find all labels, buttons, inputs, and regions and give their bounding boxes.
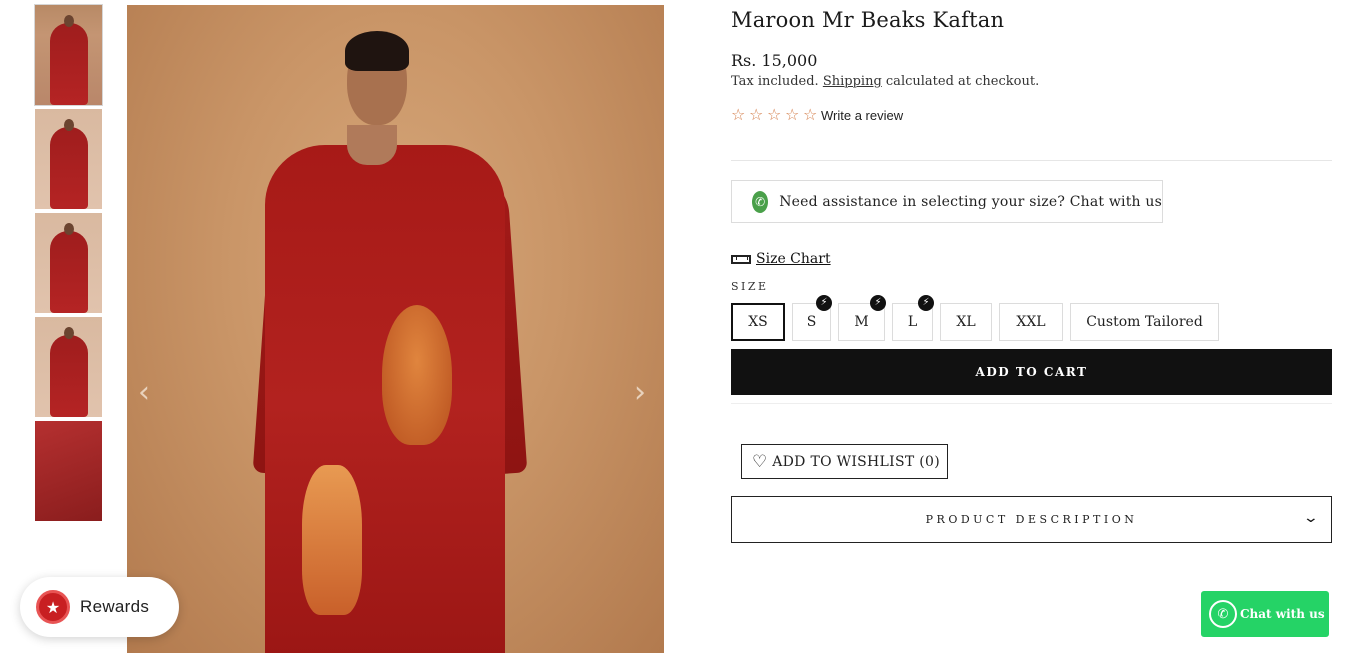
size-chart-label: Size Chart [756,251,831,267]
image-bird-print [382,305,452,445]
add-to-wishlist-button[interactable]: ♡ ADD TO WISHLIST (0) [741,444,949,479]
star-empty-icon[interactable]: ☆ [803,106,821,124]
write-review-link[interactable]: Write a review [821,108,903,123]
size-option-xxl[interactable]: XXL [999,303,1063,341]
size-option-custom-tailored[interactable]: Custom Tailored [1070,303,1219,341]
thumbnail-4[interactable] [35,317,102,417]
add-to-cart-button[interactable]: ADD TO CART [731,349,1332,395]
size-option-label: L [907,314,918,330]
heart-icon: ♡ [752,451,768,472]
star-empty-icon[interactable]: ☆ [785,106,803,124]
shipping-link[interactable]: Shipping [823,74,882,89]
thumbnail-list [34,4,103,525]
wishlist-label: ADD TO WISHLIST (0) [772,454,940,470]
size-option-s[interactable]: S ⚡ [792,295,832,341]
thumbnail-figure [49,335,88,417]
size-option-xl[interactable]: XL [940,303,992,341]
star-empty-icon[interactable]: ☆ [749,106,767,124]
rewards-label: Rewards [80,597,150,616]
size-assistance-button[interactable]: ✆ Need assistance in selecting your size… [731,180,1163,223]
thumbnail-figure [49,23,88,105]
ruler-icon [731,254,751,264]
thumbnail-3[interactable] [35,213,102,313]
rating: ☆ ☆ ☆ ☆ ☆ Write a review [731,106,903,124]
size-option-label: XS [748,314,768,330]
thumbnail-1[interactable] [34,4,103,106]
size-option-label: M [854,314,869,330]
divider [731,160,1332,161]
whatsapp-chat-button[interactable]: ✆ Chat with us [1201,591,1329,637]
size-option-label: XXL [1016,314,1046,330]
thumbnail-head [63,327,74,339]
chevron-right-icon[interactable]: › [634,378,652,408]
size-selector: XS S ⚡ M ⚡ L ⚡ XL XXL Custom Tailored [731,295,1226,341]
size-option-xs[interactable]: XS [731,303,785,341]
thumbnail-5[interactable] [35,421,102,521]
divider [731,403,1332,404]
size-option-label: Custom Tailored [1086,314,1203,330]
chevron-down-icon: ⌄ [1302,510,1320,526]
star-empty-icon[interactable]: ☆ [767,106,785,124]
rewards-launcher[interactable]: ★ Rewards [20,577,179,637]
thumbnail-head [63,119,74,131]
wishlist-count: (0) [919,453,941,470]
lightning-icon: ⚡ [870,295,886,311]
product-description-toggle[interactable]: PRODUCT DESCRIPTION ⌄ [731,496,1332,543]
image-hair [345,31,409,71]
tax-suffix: calculated at checkout. [885,74,1040,89]
thumbnail-2[interactable] [35,109,102,209]
whatsapp-icon: ✆ [1209,600,1237,628]
thumbnail-head [63,223,74,235]
lightning-icon: ⚡ [918,295,934,311]
thumbnail-figure [49,231,88,313]
wishlist-label-text: ADD TO WISHLIST [772,453,915,470]
size-option-label: S [806,314,817,330]
whatsapp-icon: ✆ [752,190,769,213]
chevron-left-icon[interactable]: ‹ [138,378,156,408]
size-assistance-text: Need assistance in selecting your size? … [779,193,1162,210]
image-bird-print-lower [302,465,362,615]
star-badge-icon: ★ [36,590,70,624]
size-option-l[interactable]: L ⚡ [892,295,934,341]
tax-note: Tax included. Shipping calculated at che… [731,74,1039,89]
thumbnail-figure [35,421,102,521]
product-description-label: PRODUCT DESCRIPTION [925,513,1138,526]
size-chart-link[interactable]: Size Chart [731,251,831,267]
product-price: Rs. 15,000 [731,51,818,70]
tax-prefix: Tax included. [731,74,819,89]
lightning-icon: ⚡ [816,295,832,311]
image-neck [347,125,397,165]
star-empty-icon[interactable]: ☆ [731,106,749,124]
thumbnail-figure [49,127,88,209]
size-option-label: XL [956,314,976,330]
product-title: Maroon Mr Beaks Kaftan [731,8,1005,32]
chat-label: Chat with us [1240,607,1325,621]
size-label: SIZE [731,280,769,293]
size-option-m[interactable]: M ⚡ [838,295,886,341]
main-product-image[interactable] [127,5,664,653]
thumbnail-head [63,15,74,27]
